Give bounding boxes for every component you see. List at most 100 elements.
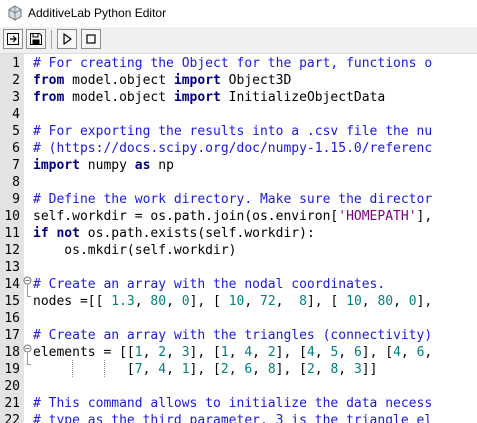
code-token: ,	[361, 294, 378, 309]
code-line[interactable]: 1 # For creating the Object for the part,…	[0, 55, 477, 72]
code-token: 4	[393, 345, 401, 360]
code-text: # For exporting the results into a .csv …	[33, 123, 432, 140]
import-button[interactable]	[3, 29, 23, 49]
code-token: # type as the third parameter, 3 is the …	[33, 413, 433, 423]
code-token: ,	[228, 362, 245, 377]
code-token: 2	[158, 345, 167, 360]
line-number: 6	[12, 141, 20, 156]
code-line[interactable]: 12 os.mkdir(self.workdir)	[0, 242, 477, 259]
code-token: 80	[377, 294, 394, 309]
code-text: nodes =[[ 1.3, 80, 0], [ 10, 72, 8], [ 1…	[33, 293, 432, 310]
code-editor[interactable]: 1 # For creating the Object for the part,…	[0, 54, 477, 423]
code-text: # This command allows to initialize the …	[33, 395, 432, 412]
line-number: 20	[4, 379, 20, 394]
code-token: ,	[338, 345, 354, 360]
code-token: ], [	[361, 345, 394, 360]
code-text: [7, 4, 1], [2, 6, 8], [2, 8, 3]]	[33, 361, 378, 378]
code-token: import	[173, 90, 221, 105]
line-number: 19	[4, 362, 20, 377]
code-line[interactable]: 9 # Define the work directory. Make sure …	[0, 191, 477, 208]
code-token: # (https://docs.scipy.org/doc/numpy-1.15…	[33, 141, 433, 156]
code-line[interactable]: 8	[0, 174, 477, 191]
code-text: # Create an array with the nodal coordin…	[33, 276, 385, 293]
fold-marker-icon[interactable]	[23, 276, 32, 285]
code-token: ],	[416, 294, 433, 309]
line-number: 21	[4, 396, 20, 411]
code-line[interactable]: 5 # For exporting the results into a .csv…	[0, 123, 477, 140]
code-line[interactable]: 20	[0, 378, 477, 395]
line-number: 2	[12, 73, 20, 88]
code-line[interactable]: 2 from model.object import Object3D	[0, 72, 477, 89]
line-number: 5	[12, 124, 20, 139]
code-line[interactable]: 22 # type as the third parameter, 3 is th…	[0, 412, 477, 423]
fold-guide	[27, 353, 28, 364]
code-token: ,	[400, 345, 417, 360]
code-token: 6	[353, 345, 362, 360]
code-line[interactable]: 17 # Create an array with the triangles (…	[0, 327, 477, 344]
line-number: 11	[4, 226, 20, 241]
code-token: model.object	[64, 73, 174, 88]
indent-guide	[72, 360, 74, 377]
code-token: 2	[267, 345, 276, 360]
title-bar: AdditiveLab Python Editor	[0, 0, 477, 27]
code-token: ], [	[275, 362, 307, 377]
line-number: 9	[12, 192, 20, 207]
line-number: 3	[12, 90, 20, 105]
code-token: 3	[353, 362, 362, 377]
line-number: 8	[12, 175, 20, 190]
line-number: 10	[4, 209, 20, 224]
code-text: # (https://docs.scipy.org/doc/numpy-1.15…	[33, 140, 432, 157]
code-line[interactable]: 11 if not os.path.exists(self.workdir):	[0, 225, 477, 242]
code-token: 8	[267, 362, 276, 377]
code-token: if	[33, 226, 49, 241]
run-button[interactable]	[57, 29, 77, 49]
save-button[interactable]	[26, 29, 46, 49]
line-number: 4	[12, 107, 20, 122]
code-line[interactable]: 6 # (https://docs.scipy.org/doc/numpy-1.1…	[0, 140, 477, 157]
fold-guide	[27, 285, 28, 296]
code-token: from	[33, 73, 65, 88]
code-token: ],	[416, 209, 433, 224]
code-token: 1.3	[111, 294, 135, 309]
code-token: ], [	[189, 345, 221, 360]
line-number: 12	[4, 243, 20, 258]
code-line[interactable]: 14 # Create an array with the nodal coord…	[0, 276, 477, 293]
code-token: 0	[408, 294, 417, 309]
code-token: ,	[166, 294, 182, 309]
code-line[interactable]: 7 import numpy as np	[0, 157, 477, 174]
code-token: ,	[142, 345, 159, 360]
code-line[interactable]: 4	[0, 106, 477, 123]
toolbar	[0, 27, 477, 54]
line-number: 7	[12, 158, 20, 173]
code-token: # Define the work directory. Make sure t…	[33, 192, 433, 207]
code-token: elements = [[	[33, 345, 135, 360]
code-text: os.mkdir(self.workdir)	[33, 242, 236, 259]
line-number: 13	[4, 260, 20, 275]
code-line[interactable]: 15 nodes =[[ 1.3, 80, 0], [ 10, 72, 8], […	[0, 293, 477, 310]
fold-marker-icon[interactable]	[23, 344, 32, 353]
code-token: ,	[338, 362, 354, 377]
line-number: 18	[4, 345, 20, 360]
code-line[interactable]: 13	[0, 259, 477, 276]
code-text: import numpy as np	[33, 157, 174, 174]
stop-button[interactable]	[81, 29, 101, 49]
code-token: 80	[150, 294, 167, 309]
code-line[interactable]: 3 from model.object import InitializeObje…	[0, 89, 477, 106]
code-token: ,	[228, 345, 245, 360]
code-token: 8	[299, 294, 307, 309]
import-arrow-icon	[7, 33, 19, 45]
code-token: model.object	[64, 90, 174, 105]
code-token: ,	[252, 345, 268, 360]
code-token: ,	[424, 345, 433, 360]
code-line[interactable]: 10 self.workdir = os.path.join(os.environ…	[0, 208, 477, 225]
code-text: elements = [[1, 2, 3], [1, 4, 2], [4, 5,…	[33, 344, 432, 361]
code-token: 2	[220, 362, 229, 377]
code-line[interactable]: 16	[0, 310, 477, 327]
code-token: 3	[181, 345, 190, 360]
code-token: InitializeObjectData	[220, 90, 386, 105]
stop-square-icon	[86, 34, 96, 44]
line-number: 17	[4, 328, 20, 343]
code-line[interactable]: 18 elements = [[1, 2, 3], [1, 4, 2], [4, …	[0, 344, 477, 361]
floppy-disk-icon	[30, 33, 42, 45]
code-line[interactable]: 21 # This command allows to initialize th…	[0, 395, 477, 412]
